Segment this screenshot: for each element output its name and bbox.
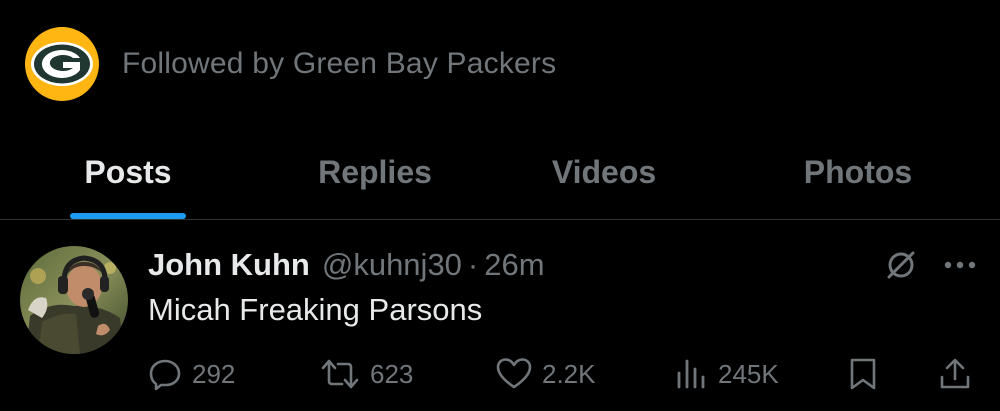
- repost-icon: [321, 359, 359, 389]
- tab-label-posts: Posts: [84, 154, 172, 190]
- author-name[interactable]: John Kuhn: [148, 247, 310, 283]
- tab-videos[interactable]: Videos: [520, 138, 688, 219]
- author-handle[interactable]: @kuhnj30: [322, 247, 462, 283]
- tweet-actions: 292 623 2.2K 245K: [0, 352, 1000, 396]
- reply-button[interactable]: 292: [148, 352, 235, 396]
- bookmark-icon: [850, 358, 876, 390]
- packers-logo-icon: [25, 27, 99, 101]
- views-icon: [677, 359, 705, 389]
- tab-posts[interactable]: Posts: [42, 138, 214, 219]
- tab-label-videos: Videos: [551, 154, 657, 190]
- share-button[interactable]: [938, 352, 972, 396]
- tweet[interactable]: John Kuhn @kuhnj30 · 26m Micah Freaking …: [0, 220, 1000, 411]
- tab-photos[interactable]: Photos: [768, 138, 948, 219]
- tab-label-replies: Replies: [318, 154, 432, 190]
- views-button[interactable]: 245K: [676, 352, 779, 396]
- views-count: 245K: [718, 358, 779, 389]
- more-icon[interactable]: [940, 248, 980, 282]
- like-count: 2.2K: [542, 358, 596, 389]
- followed-by-text: Followed by Green Bay Packers: [122, 47, 557, 80]
- tweet-header: John Kuhn @kuhnj30 · 26m: [148, 244, 545, 286]
- bookmark-button[interactable]: [848, 352, 878, 396]
- tweet-timestamp[interactable]: 26m: [484, 247, 544, 283]
- reply-count: 292: [192, 358, 236, 389]
- repost-button[interactable]: 623: [320, 352, 413, 396]
- heart-icon: [496, 358, 532, 389]
- avatar[interactable]: [20, 246, 128, 354]
- followed-by-row[interactable]: Followed by Green Bay Packers: [24, 26, 556, 102]
- profile-tabs: Posts Replies Videos Photos: [0, 138, 1000, 219]
- like-button[interactable]: 2.2K: [496, 352, 596, 396]
- grok-icon[interactable]: [884, 248, 918, 282]
- reply-icon: [149, 359, 181, 391]
- tweet-text: Micah Freaking Parsons: [148, 292, 483, 327]
- meta-separator: ·: [467, 247, 479, 282]
- tab-label-photos: Photos: [803, 154, 913, 190]
- share-icon: [940, 358, 970, 389]
- tab-replies[interactable]: Replies: [286, 138, 464, 219]
- avatar-image: [20, 246, 128, 354]
- repost-count: 623: [370, 358, 414, 389]
